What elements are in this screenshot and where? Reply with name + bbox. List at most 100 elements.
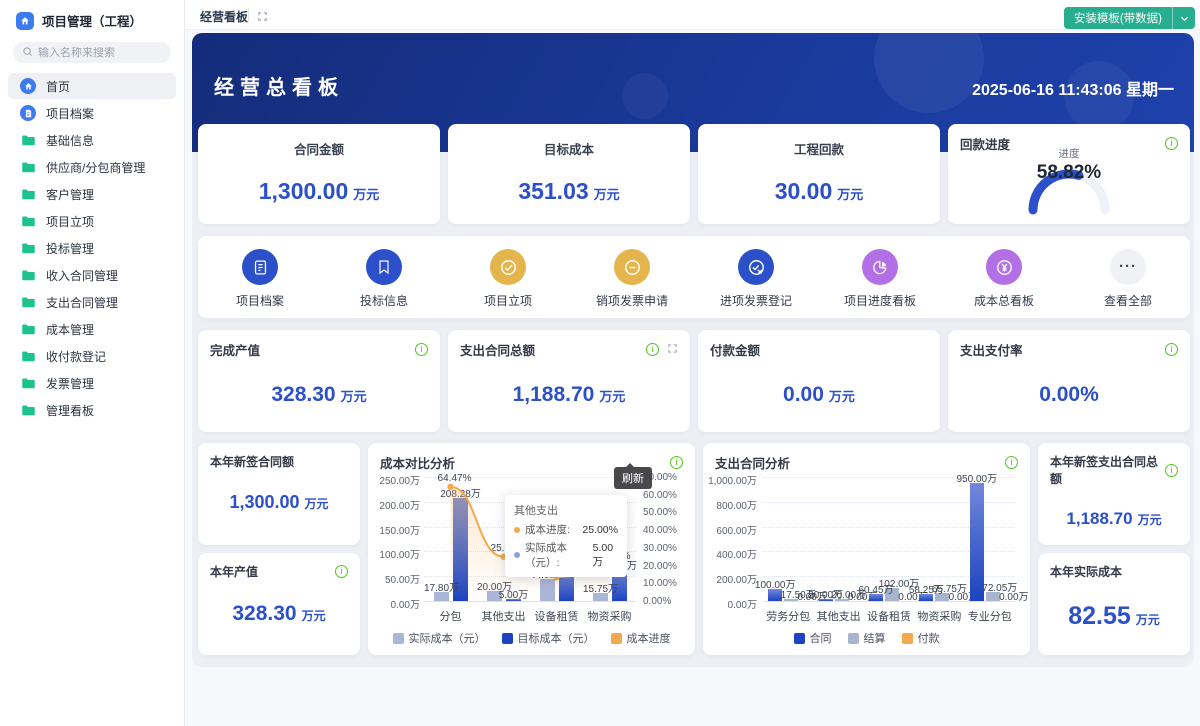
data-label: 分包 xyxy=(439,611,462,623)
kpi-value: 0.00% xyxy=(948,383,1190,407)
legend-label: 成本进度 xyxy=(626,633,671,645)
legend-item-目标成本（元）[interactable]: 目标成本（元） xyxy=(501,630,595,646)
sidebar-item-label: 投标管理 xyxy=(46,241,95,256)
stat-unit: 万元 xyxy=(304,497,329,511)
check-circle-icon xyxy=(490,249,526,285)
folder-icon xyxy=(20,267,36,283)
quick-link-投标信息[interactable]: 投标信息 xyxy=(322,236,446,318)
quick-link-销项发票申请[interactable]: 销项发票申请 xyxy=(570,236,694,318)
sidebar-item-收入合同管理[interactable]: 收入合同管理 xyxy=(8,262,176,288)
sidebar-item-label: 基础信息 xyxy=(46,133,95,148)
sidebar-item-管理看板[interactable]: 管理看板 xyxy=(8,397,176,423)
kpi-number: 0.00 xyxy=(783,383,824,406)
kpi-card-合同金额: 合同金额 1,300.00 万元 xyxy=(198,124,440,224)
chevron-down-icon[interactable] xyxy=(1173,13,1195,24)
legend-item-结算[interactable]: 结算 xyxy=(847,630,886,646)
stat-label: 本年产值 xyxy=(210,565,259,579)
sidebar-item-项目立项[interactable]: 项目立项 xyxy=(8,208,176,234)
chart-legend: 实际成本（元） 目标成本（元） 成本进度 xyxy=(368,630,695,646)
kpi-unit: 万元 xyxy=(593,187,620,202)
stat-card-本年新签合同额: 本年新签合同额 1,300.00 万元 xyxy=(198,443,360,545)
info-icon[interactable]: i xyxy=(415,343,428,356)
left-stat-column: 本年新签合同额 1,300.00 万元 本年产值 i 328.30 万元 xyxy=(198,443,360,655)
y-axis-tick: 0.00万 xyxy=(390,600,420,611)
sidebar-item-支出合同管理[interactable]: 支出合同管理 xyxy=(8,289,176,315)
tooltip-value: 5.00万 xyxy=(592,541,614,568)
file-icon xyxy=(20,105,36,121)
fullscreen-icon[interactable] xyxy=(257,9,268,27)
legend-label: 合同 xyxy=(809,633,832,645)
tooltip-dot xyxy=(514,526,520,533)
sidebar-menu: 首页 项目档案基础信息供应商/分包商管理 客户管理 项目立项投标管理收入合同管理 支出合… xyxy=(0,73,184,423)
data-label: 物资采购 xyxy=(587,611,632,623)
stat-value: 328.30 万元 xyxy=(198,602,360,626)
sidebar-search[interactable] xyxy=(13,42,171,63)
info-icon[interactable]: i xyxy=(335,565,348,578)
kpi-value: 0.00 万元 xyxy=(698,383,940,407)
card-header: 支出支付率 i xyxy=(948,330,1190,359)
quick-link-label: 项目档案 xyxy=(235,294,284,308)
datetime: 2025-06-16 11:43:06 星期一 xyxy=(972,82,1174,99)
tooltip-value: 25.00% xyxy=(582,523,618,536)
legend-item-合同[interactable]: 合同 xyxy=(793,630,832,646)
kpi-label: 支出支付率 xyxy=(960,344,1023,358)
quick-link-label: 投标信息 xyxy=(359,294,408,308)
kpi-value: 30.00 万元 xyxy=(698,178,940,205)
quick-link-项目档案[interactable]: 项目档案 xyxy=(198,236,322,318)
legend-item-付款[interactable]: 付款 xyxy=(901,630,940,646)
info-icon[interactable]: i xyxy=(1165,343,1178,356)
gauge-value: 58.82% xyxy=(1036,162,1102,183)
chart-title: 支出合同分析 xyxy=(715,457,791,471)
legend-item-成本进度[interactable]: 成本进度 xyxy=(610,630,671,646)
install-template-button[interactable]: 安装模板(带数据) xyxy=(1063,7,1195,29)
info-icon[interactable]: i xyxy=(1165,463,1178,477)
sidebar-item-客户管理[interactable]: 客户管理 xyxy=(8,181,176,207)
tab-divider xyxy=(248,8,249,22)
sidebar-item-收付款登记[interactable]: 收付款登记 xyxy=(8,343,176,369)
check-arrow-icon xyxy=(738,249,774,285)
tab-business-board[interactable]: 经营看板 xyxy=(200,8,248,25)
kpi-number: 1,300.00 xyxy=(258,178,349,204)
app-root: { "app": {"title": "项目管理（工程）"}, "sidebar… xyxy=(0,0,1200,726)
quick-link-查看全部[interactable]: ··· 查看全部 xyxy=(1066,236,1190,318)
kpi-card-支出支付率: 支出支付率 i 0.00% xyxy=(948,330,1190,432)
banner-decoration xyxy=(874,33,984,113)
sidebar-item-首页[interactable]: 首页 xyxy=(8,73,176,99)
info-icon[interactable]: i xyxy=(1005,456,1018,469)
quick-link-进项发票登记[interactable]: 进项发票登记 xyxy=(694,236,818,318)
legend-item-实际成本（元）[interactable]: 实际成本（元） xyxy=(392,630,486,646)
right-stat-column: 本年新签支出合同总额 i 1,188.70 万元 本年实际成本 82.55 万元 xyxy=(1038,443,1190,655)
sidebar-item-基础信息[interactable]: 基础信息 xyxy=(8,127,176,153)
search-input[interactable] xyxy=(38,46,158,59)
legend-swatch xyxy=(610,632,622,644)
sidebar-item-供应商/分包商管理[interactable]: 供应商/分包商管理 xyxy=(8,154,176,180)
doc-icon xyxy=(242,249,278,285)
quick-link-项目立项[interactable]: 项目立项 xyxy=(446,236,570,318)
y2-axis-tick: 0.00% xyxy=(643,596,672,607)
stat-number: 1,300.00 xyxy=(229,492,300,512)
stat-label: 本年新签支出合同总额 xyxy=(1050,455,1159,486)
expand-icon[interactable] xyxy=(667,341,678,359)
info-icon[interactable]: i xyxy=(646,343,659,356)
legend-swatch xyxy=(847,632,859,644)
sidebar-item-发票管理[interactable]: 发票管理 xyxy=(8,370,176,396)
sidebar-item-label: 管理看板 xyxy=(46,403,95,418)
quick-link-成本总看板[interactable]: 成本总看板 xyxy=(942,236,1066,318)
sidebar-item-投标管理[interactable]: 投标管理 xyxy=(8,235,176,261)
kpi-value: 351.03 万元 xyxy=(448,178,690,205)
tooltip-name: 成本进度: xyxy=(525,524,570,536)
header-icons: i xyxy=(1165,343,1178,356)
kpi-unit: 万元 xyxy=(837,187,864,202)
legend-label: 实际成本（元） xyxy=(408,633,486,645)
quick-links-card: 项目档案 投标信息 项目立项 销项发票申请 进项发票登记 项目进度看板 成本总看板 ··· 查看… xyxy=(198,236,1190,318)
info-icon[interactable]: i xyxy=(670,456,683,469)
kpi-label: 目标成本 xyxy=(543,143,594,157)
quick-link-项目进度看板[interactable]: 项目进度看板 xyxy=(818,236,942,318)
sidebar-item-项目档案[interactable]: 项目档案 xyxy=(8,100,176,126)
folder-icon xyxy=(20,132,36,148)
kpi-card-完成产值: 完成产值 i 328.30 万元 xyxy=(198,330,440,432)
sidebar-item-成本管理[interactable]: 成本管理 xyxy=(8,316,176,342)
folder-icon xyxy=(20,240,36,256)
kpi-value: 1,300.00 万元 xyxy=(198,178,440,205)
quick-link-label: 销项发票申请 xyxy=(595,294,668,308)
